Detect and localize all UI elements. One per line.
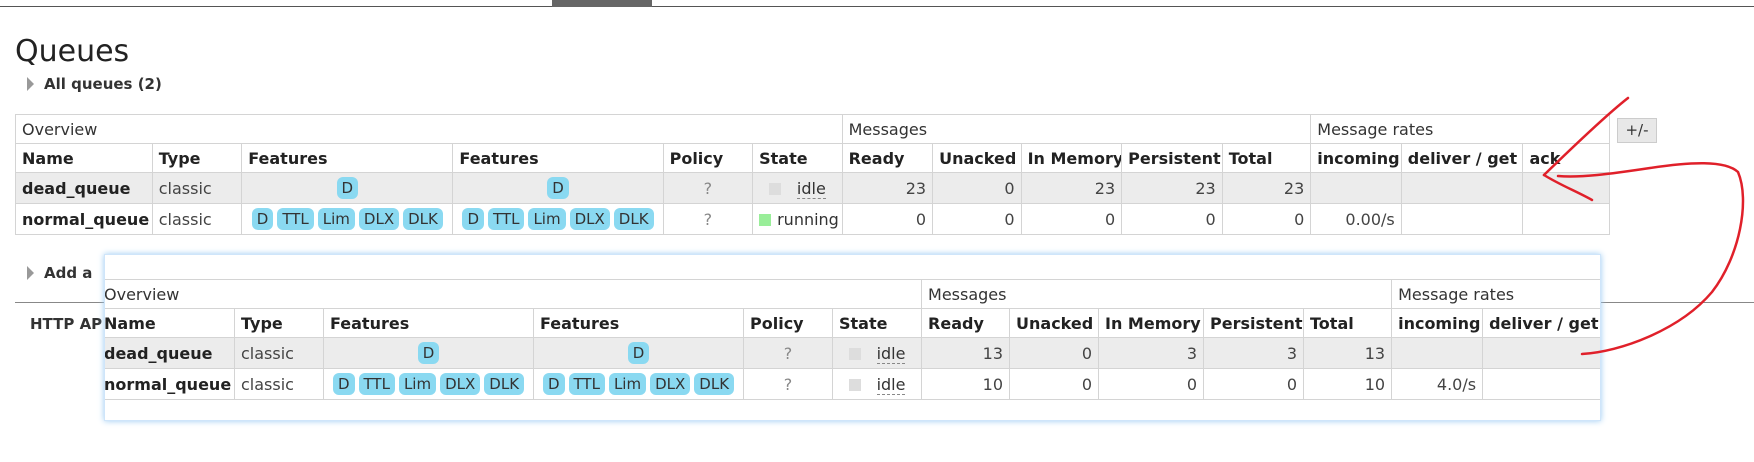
annotation-curve <box>1556 162 1745 356</box>
arrowhead-lower <box>1542 173 1594 202</box>
red-annotation-arrow <box>1542 96 1745 356</box>
arrowhead-upper <box>1542 96 1630 177</box>
